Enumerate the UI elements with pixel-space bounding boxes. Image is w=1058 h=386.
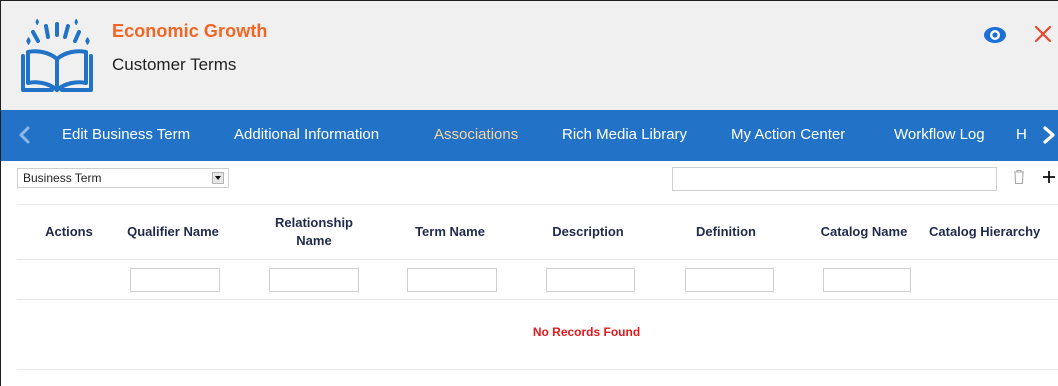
tab-my-action-center[interactable]: My Action Center xyxy=(731,126,845,143)
column-header-relationship-name[interactable]: Relationship Name xyxy=(261,205,367,259)
plus-icon[interactable] xyxy=(1041,169,1057,185)
column-header-qualifier-name[interactable]: Qualifier Name xyxy=(121,205,225,259)
eye-icon[interactable] xyxy=(983,25,1007,45)
column-header-term-name[interactable]: Term Name xyxy=(398,205,502,259)
close-icon[interactable] xyxy=(1033,23,1053,45)
trash-icon[interactable] xyxy=(1012,169,1026,185)
search-input[interactable] xyxy=(672,167,997,191)
association-type-value: Business Term xyxy=(23,171,102,185)
panel-header: Economic Growth Customer Terms xyxy=(1,1,1058,110)
relationship-name-filter[interactable] xyxy=(269,268,359,292)
grid-bottom-divider xyxy=(17,369,1058,370)
qualifier-name-filter[interactable] xyxy=(130,268,220,292)
chevron-right-icon[interactable] xyxy=(1041,125,1057,145)
term-name-filter[interactable] xyxy=(407,268,497,292)
tab-additional-information[interactable]: Additional Information xyxy=(234,126,379,143)
panel-title: Economic Growth xyxy=(112,21,268,41)
tab-edit-business-term[interactable]: Edit Business Term xyxy=(62,126,190,143)
no-records-message: No Records Found xyxy=(532,325,641,339)
header-row-divider xyxy=(17,259,1058,260)
chevron-left-icon[interactable] xyxy=(17,125,31,145)
description-filter[interactable] xyxy=(546,268,635,292)
tab-workflow-log[interactable]: Workflow Log xyxy=(894,126,985,143)
panel-subtitle: Customer Terms xyxy=(112,55,237,74)
column-header-description[interactable]: Description xyxy=(536,205,640,259)
filter-row-divider xyxy=(17,299,1058,300)
tab-associations[interactable]: Associations xyxy=(434,126,518,143)
associations-panel: Economic Growth Customer Terms Edit Busi… xyxy=(0,0,1058,386)
column-header-catalog-name[interactable]: Catalog Name xyxy=(807,205,921,259)
column-header-definition[interactable]: Definition xyxy=(674,205,778,259)
definition-filter[interactable] xyxy=(685,268,774,292)
tab-truncated[interactable]: H xyxy=(1016,126,1027,143)
caret-down-icon[interactable] xyxy=(212,172,224,184)
association-type-select[interactable]: Business Term xyxy=(17,168,229,188)
open-book-logo-icon xyxy=(21,18,93,92)
tab-rich-media-library[interactable]: Rich Media Library xyxy=(562,126,687,143)
column-header-actions[interactable]: Actions xyxy=(17,205,121,259)
catalog-name-filter[interactable] xyxy=(823,268,911,292)
tab-bar: Edit Business Term Additional Informatio… xyxy=(1,110,1058,161)
column-header-catalog-hierarchy[interactable]: Catalog Hierarchy xyxy=(929,205,1058,259)
